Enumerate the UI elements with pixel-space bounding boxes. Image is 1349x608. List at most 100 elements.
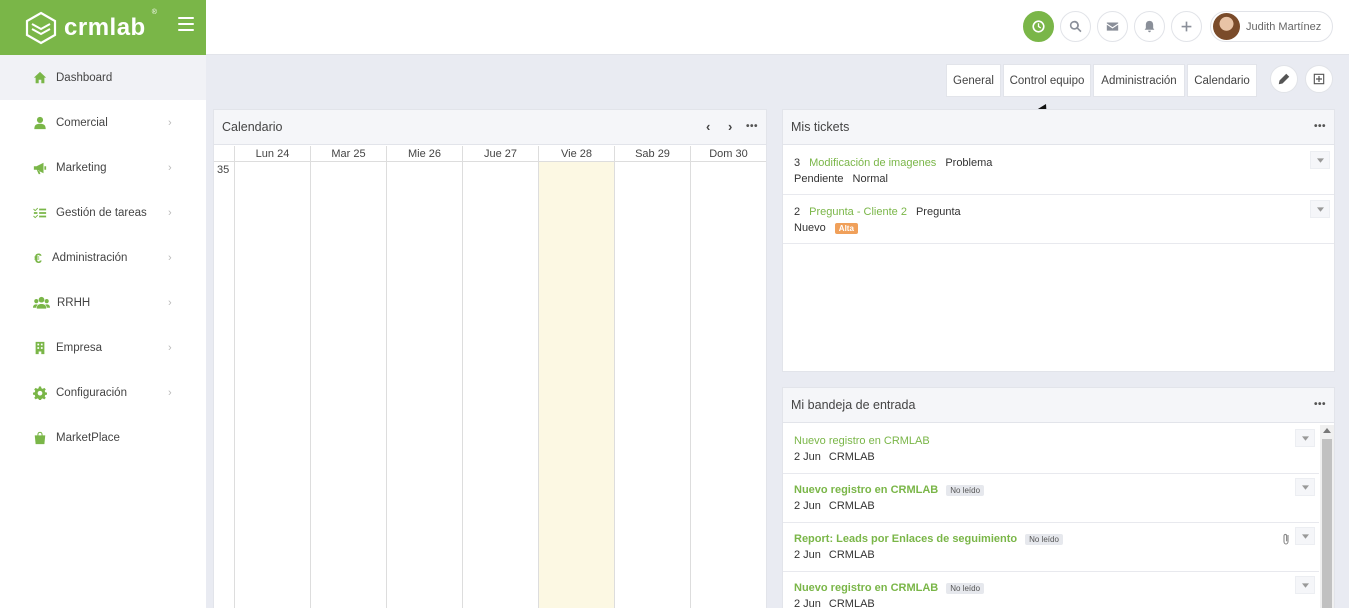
tasks-icon (32, 205, 48, 221)
chevron-right-icon: › (168, 251, 172, 264)
sidebar-item-dashboard[interactable]: Dashboard (0, 55, 206, 100)
sidebar-item-configuracion[interactable]: Configuración › (0, 370, 206, 415)
euro-icon: € (34, 249, 42, 266)
tab-calendario[interactable]: Calendario (1187, 64, 1257, 97)
gear-icon (32, 385, 48, 401)
chevron-right-icon: › (168, 116, 172, 129)
inbox-item[interactable]: Nuevo registro en CRMLAB 2 Jun CRMLAB (783, 425, 1319, 474)
chevron-right-icon: › (168, 161, 172, 174)
mail-button[interactable] (1097, 11, 1128, 42)
ticket-actions-button[interactable] (1310, 200, 1330, 218)
user-name: Judith Martínez (1246, 20, 1322, 33)
mail-date: 2 Jun (794, 598, 821, 608)
scroll-up-icon[interactable] (1323, 428, 1331, 433)
caret-down-icon (1301, 582, 1309, 588)
mail-subject-link[interactable]: Nuevo registro en CRMLAB (794, 435, 930, 447)
mail-actions-button[interactable] (1295, 527, 1315, 545)
ticket-priority: Normal (852, 173, 888, 185)
calendar-panel-header: Calendario ‹ › ••• (214, 110, 766, 145)
bag-icon (32, 430, 48, 446)
edit-button[interactable] (1270, 65, 1298, 93)
calendar-day-cell[interactable] (234, 162, 310, 608)
sidebar-item-label: Administración (52, 251, 128, 264)
notifications-button[interactable] (1134, 11, 1165, 42)
user-menu[interactable]: Judith Martínez (1210, 11, 1333, 42)
ticket-id: 2 (794, 206, 801, 218)
tab-general[interactable]: General (946, 64, 1001, 97)
envelope-icon (1106, 22, 1119, 31)
mail-from: CRMLAB (828, 598, 875, 608)
scroll-thumb[interactable] (1322, 439, 1332, 608)
mail-date: 2 Jun (794, 500, 821, 512)
caret-down-icon (1316, 206, 1324, 212)
ticket-status: Nuevo (794, 222, 826, 234)
week-number: 35 (217, 164, 230, 176)
mail-date: 2 Jun (794, 451, 821, 463)
sidebar-item-marketing[interactable]: Marketing › (0, 145, 206, 190)
menu-toggle-icon[interactable] (178, 17, 194, 31)
mail-subject-link[interactable]: Nuevo registro en CRMLAB (794, 582, 938, 594)
caret-down-icon (1301, 533, 1309, 539)
mail-subject-link[interactable]: Report: Leads por Enlaces de seguimiento (794, 533, 1017, 545)
ticket-type: Problema (945, 157, 993, 169)
chevron-right-icon: › (168, 341, 172, 354)
ticket-subject-link[interactable]: Modificación de imagenes (809, 157, 936, 169)
ticket-subject-link[interactable]: Pregunta - Cliente 2 (809, 206, 907, 218)
tickets-panel: Mis tickets ••• 3 Modificación de imagen… (782, 109, 1335, 372)
mail-actions-button[interactable] (1295, 478, 1315, 496)
mail-from: CRMLAB (828, 500, 875, 512)
clock-button[interactable] (1023, 11, 1054, 42)
mail-actions-button[interactable] (1295, 429, 1315, 447)
sidebar-item-comercial[interactable]: Comercial › (0, 100, 206, 145)
sidebar-item-administracion[interactable]: € Administración › (0, 235, 206, 280)
mail-subject-link[interactable]: Nuevo registro en CRMLAB (794, 484, 938, 496)
sidebar-item-label: Configuración (56, 386, 127, 399)
sidebar-item-empresa[interactable]: Empresa › (0, 325, 206, 370)
ticket-type: Pregunta (915, 206, 961, 218)
ticket-row[interactable]: 2 Pregunta - Cliente 2 Pregunta Nuevo Al… (783, 196, 1334, 244)
ticket-row[interactable]: 3 Modificación de imagenes Problema Pend… (783, 147, 1334, 195)
pencil-icon (1278, 73, 1290, 85)
chevron-right-icon: › (168, 296, 172, 309)
calendar-day-cell[interactable] (386, 162, 462, 608)
sidebar-item-marketplace[interactable]: MarketPlace (0, 415, 206, 460)
inbox-item[interactable]: Report: Leads por Enlaces de seguimiento… (783, 523, 1319, 572)
clock-icon (1032, 20, 1045, 33)
tab-administracion[interactable]: Administración (1093, 64, 1185, 97)
sidebar-item-gestion-tareas[interactable]: Gestión de tareas › (0, 190, 206, 235)
chevron-left-icon[interactable]: ‹ (706, 119, 710, 134)
priority-badge: Alta (834, 222, 858, 234)
calendar-day-cell-today[interactable] (538, 162, 614, 608)
caret-down-icon (1301, 435, 1309, 441)
inbox-item[interactable]: Nuevo registro en CRMLAB No leído 2 Jun … (783, 572, 1319, 608)
search-button[interactable] (1060, 11, 1091, 42)
logo[interactable]: crmlab ® (24, 9, 157, 45)
day-header: Mar 25 (310, 146, 386, 162)
ticket-id: 3 (794, 157, 801, 169)
add-button[interactable] (1171, 11, 1202, 42)
sidebar-item-rrhh[interactable]: RRHH › (0, 280, 206, 325)
tab-control-equipo[interactable]: Control equipo (1003, 64, 1091, 97)
inbox-panel-header: Mi bandeja de entrada ••• (783, 388, 1334, 423)
more-options-icon[interactable]: ••• (746, 122, 758, 132)
more-options-icon[interactable]: ••• (1314, 122, 1326, 132)
inbox-scrollbar[interactable] (1320, 425, 1334, 608)
mail-actions-button[interactable] (1295, 576, 1315, 594)
calendar-day-cell[interactable] (462, 162, 538, 608)
sidebar-item-label: Marketing (56, 161, 107, 174)
calendar-day-cell[interactable] (310, 162, 386, 608)
search-icon (1069, 20, 1082, 33)
calendar-day-cell[interactable] (690, 162, 766, 608)
calendar-panel: Calendario ‹ › ••• Lun 24 Mar 25 Mie 26 … (213, 109, 767, 608)
add-widget-button[interactable] (1305, 65, 1333, 93)
tickets-panel-header: Mis tickets ••• (783, 110, 1334, 145)
more-options-icon[interactable]: ••• (1314, 400, 1326, 410)
day-header: Dom 30 (690, 146, 766, 162)
brand-header: crmlab ® (0, 0, 206, 55)
calendar-day-cell[interactable] (614, 162, 690, 608)
chevron-right-icon[interactable]: › (728, 119, 732, 134)
ticket-actions-button[interactable] (1310, 151, 1330, 169)
day-header: Lun 24 (234, 146, 310, 162)
inbox-item[interactable]: Nuevo registro en CRMLAB No leído 2 Jun … (783, 474, 1319, 523)
brand-name: crmlab (64, 13, 146, 41)
